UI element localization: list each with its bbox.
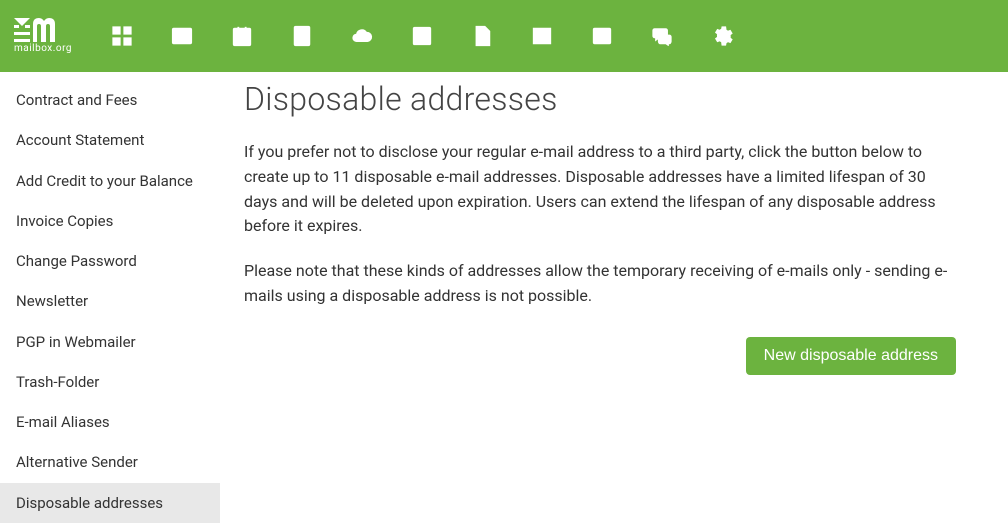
content-area: Disposable addresses If you prefer not t… [220, 72, 980, 531]
sidebar-item-contract-fees[interactable]: Contract and Fees [0, 80, 220, 120]
sidebar-item-pgp-webmailer[interactable]: PGP in Webmailer [0, 322, 220, 362]
sidebar-item-label: Trash-Folder [16, 373, 99, 391]
main-area: Contract and Fees Account Statement Add … [0, 72, 1008, 531]
settings-icon[interactable] [692, 6, 752, 66]
sidebar-item-newsletter[interactable]: Newsletter [0, 281, 220, 321]
brand-logo[interactable]: mailbox.org [14, 18, 72, 54]
logo-mark [14, 18, 56, 42]
sidebar-item-email-aliases[interactable]: E-mail Aliases [0, 402, 220, 442]
sidebar-item-label: Account Statement [16, 131, 144, 149]
spreadsheet-icon[interactable] [512, 6, 572, 66]
sidebar-item-add-credit[interactable]: Add Credit to your Balance [0, 161, 220, 201]
sidebar-item-label: E-mail Aliases [16, 413, 110, 431]
news-icon[interactable] [572, 6, 632, 66]
button-row: New disposable address [244, 337, 956, 375]
topbar: mailbox.org [0, 0, 1008, 72]
intro-paragraph-2: Please note that these kinds of addresse… [244, 259, 956, 309]
sidebar-item-account-statement[interactable]: Account Statement [0, 120, 220, 160]
chat-icon[interactable] [632, 6, 692, 66]
sidebar-item-label: Add Credit to your Balance [16, 172, 193, 190]
sidebar-item-label: Change Password [16, 252, 137, 270]
nav-icons [92, 6, 752, 66]
sidebar-item-label: Contract and Fees [16, 91, 137, 109]
sidebar: Contract and Fees Account Statement Add … [0, 72, 220, 531]
brand-name: mailbox.org [14, 44, 72, 54]
dashboard-icon[interactable] [92, 6, 152, 66]
sidebar-item-label: Disposable addresses [16, 494, 163, 512]
calendar-icon[interactable] [212, 6, 272, 66]
mail-icon[interactable] [152, 6, 212, 66]
sidebar-item-change-password[interactable]: Change Password [0, 241, 220, 281]
contacts-icon[interactable] [272, 6, 332, 66]
sidebar-item-label: Invoice Copies [16, 212, 113, 230]
cloud-icon[interactable] [332, 6, 392, 66]
intro-paragraph-1: If you prefer not to disclose your regul… [244, 140, 956, 239]
documents-icon[interactable] [452, 6, 512, 66]
sidebar-item-alternative-sender[interactable]: Alternative Sender [0, 442, 220, 482]
sidebar-item-label: Alternative Sender [16, 453, 138, 471]
sidebar-item-disposable-addresses[interactable]: Disposable addresses [0, 483, 220, 523]
new-disposable-address-button[interactable]: New disposable address [746, 337, 956, 375]
tasks-icon[interactable] [392, 6, 452, 66]
sidebar-item-trash-folder[interactable]: Trash-Folder [0, 362, 220, 402]
page-title: Disposable addresses [244, 80, 956, 118]
sidebar-item-label: Newsletter [16, 292, 88, 310]
sidebar-item-invoice-copies[interactable]: Invoice Copies [0, 201, 220, 241]
sidebar-item-label: PGP in Webmailer [16, 333, 136, 351]
